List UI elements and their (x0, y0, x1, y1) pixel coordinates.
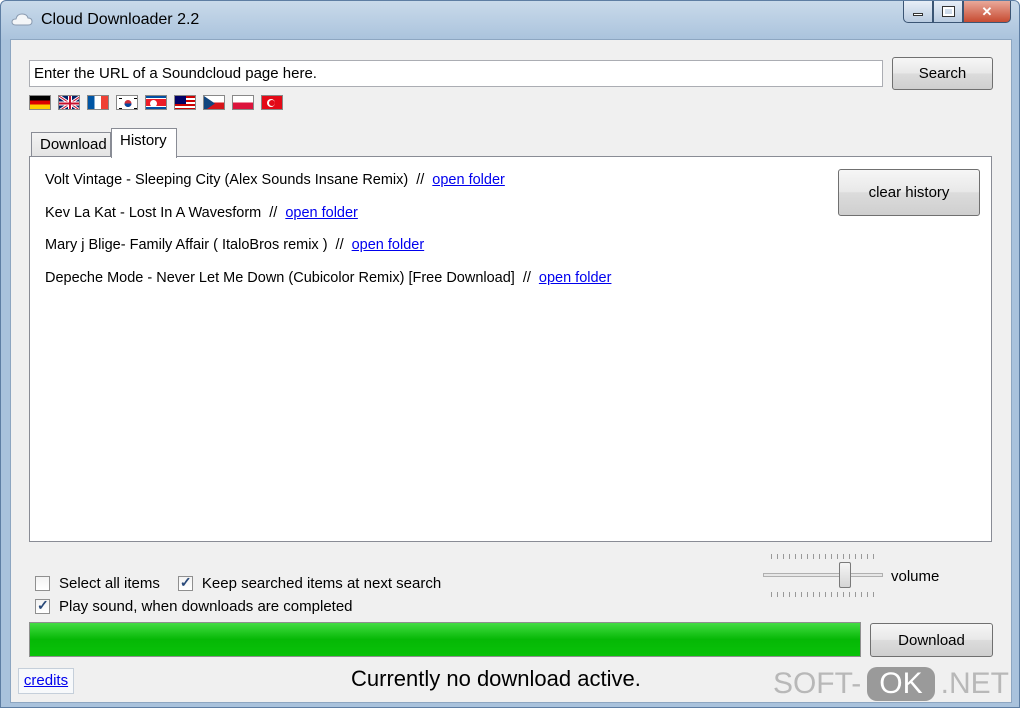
credits-link[interactable]: credits (18, 668, 74, 694)
window-title: Cloud Downloader 2.2 (41, 11, 200, 28)
watermark-right: .NET (940, 667, 1009, 700)
czech-flag-icon[interactable] (203, 95, 225, 110)
history-item-title: Volt Vintage - Sleeping City (Alex Sound… (45, 172, 409, 188)
app-window: Cloud Downloader 2.2 ✕ Search (0, 0, 1020, 708)
minimize-icon (913, 13, 923, 16)
english-flag-icon[interactable] (58, 95, 80, 110)
close-icon: ✕ (981, 3, 993, 19)
language-flags (29, 95, 283, 110)
separator: // (335, 237, 344, 253)
tab-download[interactable]: Download (31, 132, 111, 157)
client-area: Search (10, 39, 1012, 703)
progress-fill (30, 623, 860, 656)
watermark-left: SOFT- (772, 667, 862, 700)
korean-flag-icon[interactable] (116, 95, 138, 110)
checkbox-label: Select all items (59, 575, 160, 592)
checkbox-box[interactable] (35, 576, 50, 591)
status-text: Currently no download active. (351, 666, 641, 691)
keep-searched-checkbox[interactable]: Keep searched items at next search (177, 574, 442, 592)
volume-label: volume (891, 568, 940, 585)
volume-slider[interactable] (763, 548, 883, 598)
options-group: Select all items Keep searched items at … (35, 572, 459, 618)
slider-track[interactable] (763, 573, 883, 577)
maximize-icon (941, 6, 955, 17)
close-button[interactable]: ✕ (963, 1, 1011, 23)
history-list: Volt Vintage - Sleeping City (Alex Sound… (45, 172, 611, 302)
open-folder-link[interactable]: open folder (539, 270, 612, 286)
download-progress-bar (29, 622, 861, 657)
checkbox-box[interactable] (177, 574, 193, 591)
search-button[interactable]: Search (892, 57, 993, 90)
french-flag-icon[interactable] (87, 95, 109, 110)
history-item-title: Mary j Blige- Family Affair ( ItaloBros … (45, 237, 328, 253)
history-item-title: Depeche Mode - Never Let Me Down (Cubico… (45, 269, 515, 286)
malaysian-flag-icon[interactable] (174, 95, 196, 110)
german-flag-icon[interactable] (29, 95, 51, 110)
watermark: SOFT- OK .NET (773, 667, 1009, 701)
history-item-title: Kev La Kat - Lost In A Wavesform (45, 204, 262, 221)
checkbox-label: Play sound, when downloads are completed (59, 598, 353, 615)
checkbox-label: Keep searched items at next search (201, 575, 442, 592)
list-item: Kev La Kat - Lost In A Wavesform // open f… (45, 205, 611, 238)
open-folder-link[interactable]: open folder (285, 205, 358, 221)
slider-ticks-top (771, 554, 875, 559)
tab-history[interactable]: History (111, 128, 177, 158)
maximize-button[interactable] (933, 1, 963, 23)
north-korean-flag-icon[interactable] (145, 95, 167, 110)
separator: // (522, 269, 531, 286)
list-item: Mary j Blige- Family Affair ( ItaloBros … (45, 237, 611, 270)
open-folder-link[interactable]: open folder (352, 237, 425, 253)
turkish-flag-icon[interactable] (261, 95, 283, 110)
checkbox-box[interactable] (35, 597, 50, 614)
list-item: Volt Vintage - Sleeping City (Alex Sound… (45, 172, 611, 205)
open-folder-link[interactable]: open folder (432, 172, 505, 188)
cloud-icon (11, 13, 33, 26)
download-button[interactable]: Download (870, 623, 993, 657)
title-bar[interactable]: Cloud Downloader 2.2 ✕ (1, 1, 1019, 39)
clear-history-button[interactable]: clear history (838, 169, 980, 216)
minimize-button[interactable] (903, 1, 933, 23)
separator: // (269, 204, 278, 221)
select-all-checkbox[interactable]: Select all items (35, 575, 160, 592)
history-panel: Volt Vintage - Sleeping City (Alex Sound… (29, 156, 992, 542)
list-item: Depeche Mode - Never Let Me Down (Cubico… (45, 270, 611, 303)
play-sound-checkbox[interactable]: Play sound, when downloads are completed (35, 597, 353, 615)
url-input[interactable] (29, 60, 883, 87)
slider-thumb[interactable] (839, 562, 851, 588)
separator: // (416, 172, 425, 188)
slider-ticks-bottom (771, 592, 875, 597)
polish-flag-icon[interactable] (232, 95, 254, 110)
watermark-mid: OK (867, 667, 935, 701)
